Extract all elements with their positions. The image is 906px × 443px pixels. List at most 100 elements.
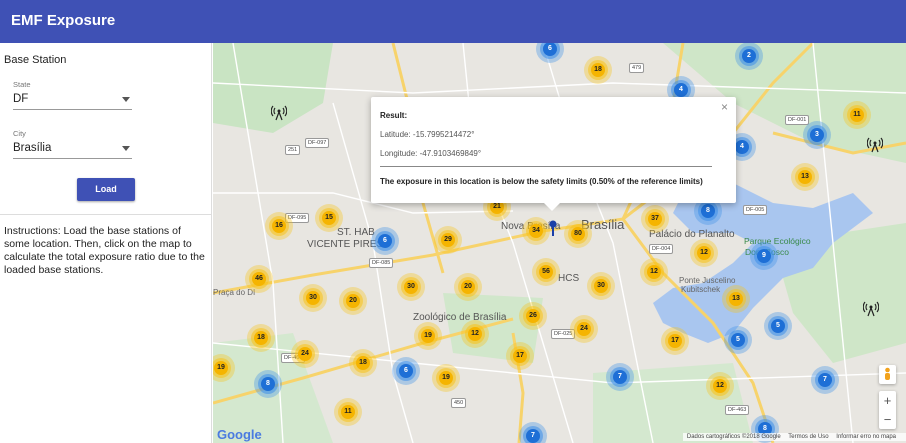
base-station-cluster[interactable]: 56 [532, 258, 560, 286]
cluster-count: 20 [461, 280, 475, 294]
cluster-count: 4 [674, 83, 688, 97]
cluster-count: 17 [513, 349, 527, 363]
cluster-count: 7 [818, 373, 832, 387]
antenna-icon[interactable] [863, 301, 879, 317]
base-station-cluster[interactable]: 3 [803, 121, 831, 149]
cluster-count: 7 [526, 429, 540, 443]
cluster-count: 13 [798, 170, 812, 184]
cluster-count: 3 [810, 128, 824, 142]
state-value: DF [13, 93, 29, 105]
cluster-count: 19 [214, 361, 228, 375]
latitude-text: Latitude: -15.7995214472° [380, 130, 475, 139]
report-error-link[interactable]: Informar erro no mapa [836, 434, 896, 440]
base-station-cluster[interactable]: 34 [522, 217, 550, 245]
close-icon[interactable]: × [721, 100, 728, 114]
state-select[interactable]: DF [13, 93, 132, 110]
base-station-cluster[interactable]: 8 [254, 370, 282, 398]
cluster-count: 8 [261, 377, 275, 391]
cluster-count: 26 [526, 309, 540, 323]
zoom-in-button[interactable]: + [879, 391, 896, 410]
load-button[interactable]: Load [77, 178, 135, 201]
cluster-count: 18 [591, 63, 605, 77]
base-station-cluster[interactable]: 7 [811, 366, 839, 394]
base-station-cluster[interactable]: 19 [414, 322, 442, 350]
base-station-cluster[interactable]: 24 [291, 340, 319, 368]
base-station-cluster[interactable]: 7 [606, 363, 634, 391]
base-station-cluster[interactable]: 37 [641, 205, 669, 233]
map-attribution: Dados cartográficos ©2018 Google Termos … [682, 433, 906, 441]
base-station-cluster[interactable]: 26 [519, 302, 547, 330]
base-station-cluster[interactable]: 5 [764, 312, 792, 340]
app-title: EMF Exposure [11, 12, 116, 29]
antenna-icon[interactable] [867, 137, 883, 153]
base-station-cluster[interactable]: 80 [564, 220, 592, 248]
base-station-cluster[interactable]: 17 [506, 342, 534, 370]
cluster-count: 15 [322, 211, 336, 225]
antenna-icon[interactable] [271, 105, 287, 121]
base-station-cluster[interactable]: 11 [843, 101, 871, 129]
cluster-count: 2 [742, 49, 756, 63]
base-station-cluster[interactable]: 30 [587, 272, 615, 300]
cluster-count: 11 [341, 405, 355, 419]
base-station-cluster[interactable]: 30 [299, 284, 327, 312]
street-view-button[interactable] [879, 365, 896, 384]
cluster-count: 6 [399, 364, 413, 378]
section-title: Base Station [4, 54, 67, 66]
zoom-out-button[interactable]: − [879, 410, 896, 429]
base-station-cluster[interactable]: 29 [434, 226, 462, 254]
base-station-cluster[interactable]: 46 [245, 265, 273, 293]
base-station-cluster[interactable]: 7 [519, 422, 547, 443]
base-station-cluster[interactable]: 24 [570, 315, 598, 343]
cluster-count: 29 [441, 233, 455, 247]
cluster-count: 24 [298, 347, 312, 361]
base-station-cluster[interactable]: 12 [706, 372, 734, 400]
cluster-count: 18 [356, 356, 370, 370]
google-logo: Google [217, 427, 262, 442]
base-station-cluster[interactable]: 13 [791, 163, 819, 191]
cluster-count: 16 [272, 219, 286, 233]
cluster-count: 9 [757, 249, 771, 263]
base-station-cluster[interactable]: 11 [334, 398, 362, 426]
cluster-count: 17 [668, 334, 682, 348]
location-pin-icon [549, 220, 557, 236]
base-station-cluster[interactable]: 17 [661, 327, 689, 355]
result-popup: × Result: Latitude: -15.7995214472° Long… [371, 97, 736, 211]
base-station-cluster[interactable]: 18 [247, 324, 275, 352]
city-select[interactable]: Brasília [13, 142, 132, 159]
cluster-count: 37 [648, 212, 662, 226]
cluster-count: 8 [701, 204, 715, 218]
cluster-count: 11 [850, 108, 864, 122]
base-station-cluster[interactable]: 18 [349, 349, 377, 377]
base-station-cluster[interactable]: 15 [315, 204, 343, 232]
place-label: ST. HAB [337, 227, 375, 238]
chevron-down-icon [122, 97, 130, 102]
base-station-cluster[interactable]: 12 [461, 320, 489, 348]
cluster-count: 12 [713, 379, 727, 393]
state-label: State [13, 80, 31, 89]
base-station-cluster[interactable]: 6 [392, 357, 420, 385]
cluster-count: 34 [529, 224, 543, 238]
cluster-count: 30 [404, 280, 418, 294]
base-station-cluster[interactable]: 5 [724, 326, 752, 354]
base-station-cluster[interactable]: 6 [371, 227, 399, 255]
base-station-cluster[interactable]: 12 [640, 258, 668, 286]
base-station-cluster[interactable]: 2 [735, 43, 763, 70]
cluster-count: 5 [771, 319, 785, 333]
base-station-cluster[interactable]: 19 [432, 364, 460, 392]
base-station-cluster[interactable]: 16 [265, 212, 293, 240]
base-station-cluster[interactable]: 20 [339, 287, 367, 315]
base-station-cluster[interactable]: 9 [750, 242, 778, 270]
road-shield: DF-097 [305, 138, 330, 148]
base-station-cluster[interactable]: 12 [690, 239, 718, 267]
longitude-text: Longitude: -47.9103469849° [380, 149, 482, 158]
base-station-cluster[interactable]: 20 [454, 273, 482, 301]
cluster-count: 56 [539, 265, 553, 279]
cluster-count: 4 [735, 140, 749, 154]
cluster-count: 20 [346, 294, 360, 308]
base-station-cluster[interactable]: 18 [584, 56, 612, 84]
exposure-message: The exposure in this location is below t… [380, 177, 703, 186]
base-station-cluster[interactable]: 30 [397, 273, 425, 301]
terms-link[interactable]: Termos de Uso [788, 434, 828, 440]
map[interactable]: Brasília Nova Brasília ST. HAB VICENTE P… [213, 43, 906, 443]
base-station-cluster[interactable]: 13 [722, 285, 750, 313]
